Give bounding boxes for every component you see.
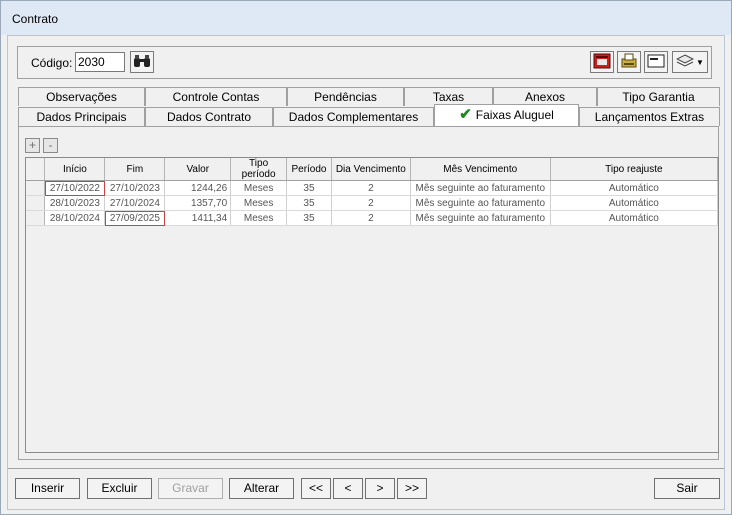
prev-record-button[interactable]: < bbox=[333, 478, 363, 499]
tab-observacoes[interactable]: Observações bbox=[18, 87, 145, 106]
row-indicator[interactable] bbox=[26, 180, 46, 196]
cell-valor[interactable]: 1411,34 bbox=[164, 210, 232, 226]
cell-valor[interactable]: 1357,70 bbox=[164, 195, 232, 211]
faixas-table: Início Fim Valor Tipo período Período Di… bbox=[26, 158, 719, 226]
remove-row-button[interactable]: - bbox=[43, 138, 58, 153]
indicator-header bbox=[26, 158, 46, 181]
window-title: Contrato bbox=[12, 12, 59, 26]
table-row[interactable]: 28/10/2023 27/10/2024 1357,70 Meses 35 2… bbox=[26, 195, 719, 211]
chevron-down-icon: ▼ bbox=[696, 57, 704, 67]
cell-fim[interactable]: 27/10/2024 bbox=[104, 195, 166, 211]
tab-faixas-aluguel-label: Faixas Aluguel bbox=[475, 108, 554, 122]
phone-button[interactable] bbox=[590, 51, 614, 73]
table-row[interactable]: 27/10/2022 27/10/2023 1244,26 Meses 35 2… bbox=[26, 180, 719, 196]
tab-tipo-garantia[interactable]: Tipo Garantia bbox=[597, 87, 720, 106]
cell-inicio[interactable]: 28/10/2024 bbox=[44, 210, 106, 226]
phone-icon bbox=[593, 53, 611, 72]
tab-dados-contrato[interactable]: Dados Contrato bbox=[145, 107, 273, 126]
cell-dia-vencimento[interactable]: 2 bbox=[331, 210, 411, 226]
cell-mes-vencimento[interactable]: Mês seguinte ao faturamento bbox=[410, 210, 551, 226]
header-row: Início Fim Valor Tipo período Período Di… bbox=[26, 158, 719, 181]
cell-periodo[interactable]: 35 bbox=[286, 195, 332, 211]
col-fim[interactable]: Fim bbox=[104, 158, 166, 181]
sair-button[interactable]: Sair bbox=[654, 478, 720, 499]
last-record-button[interactable]: >> bbox=[397, 478, 427, 499]
row-indicator[interactable] bbox=[26, 195, 46, 211]
cell-fim[interactable]: 27/09/2025 bbox=[104, 210, 166, 226]
cell-inicio[interactable]: 28/10/2023 bbox=[44, 195, 106, 211]
tab-faixas-aluguel[interactable]: ✔ Faixas Aluguel bbox=[434, 104, 579, 126]
add-row-button[interactable]: + bbox=[25, 138, 40, 153]
cell-tipo-reajuste[interactable]: Automático bbox=[550, 180, 719, 196]
cell-fim[interactable]: 27/10/2023 bbox=[104, 180, 166, 196]
faixas-grid: Início Fim Valor Tipo período Período Di… bbox=[25, 157, 719, 453]
codigo-input[interactable]: 2030 bbox=[75, 52, 125, 72]
cell-dia-vencimento[interactable]: 2 bbox=[331, 195, 411, 211]
binoculars-icon bbox=[133, 54, 151, 71]
col-valor[interactable]: Valor bbox=[164, 158, 232, 181]
printer-icon bbox=[620, 53, 638, 72]
col-inicio[interactable]: Início bbox=[44, 158, 106, 181]
cell-tipo-periodo[interactable]: Meses bbox=[230, 180, 288, 196]
cell-periodo[interactable]: 35 bbox=[286, 210, 332, 226]
col-tipo-reajuste[interactable]: Tipo reajuste bbox=[550, 158, 719, 181]
row-indicator[interactable] bbox=[26, 210, 46, 226]
cell-dia-vencimento[interactable]: 2 bbox=[331, 180, 411, 196]
first-record-button[interactable]: << bbox=[301, 478, 331, 499]
next-record-button[interactable]: > bbox=[365, 478, 395, 499]
tab-dados-principais[interactable]: Dados Principais bbox=[18, 107, 145, 126]
cell-mes-vencimento[interactable]: Mês seguinte ao faturamento bbox=[410, 195, 551, 211]
faixas-aluguel-page: + - Início Fim Valor Tipo período Períod… bbox=[18, 126, 719, 460]
col-dia-vencimento[interactable]: Dia Vencimento bbox=[331, 158, 411, 181]
tab-controle-contas[interactable]: Controle Contas bbox=[145, 87, 287, 106]
cell-mes-vencimento[interactable]: Mês seguinte ao faturamento bbox=[410, 180, 551, 196]
cell-valor[interactable]: 1244,26 bbox=[164, 180, 232, 196]
gravar-button[interactable]: Gravar bbox=[158, 478, 223, 499]
tab-pendencias[interactable]: Pendências bbox=[287, 87, 404, 106]
cell-tipo-periodo[interactable]: Meses bbox=[230, 195, 288, 211]
header-group: Código: 2030 ▼ bbox=[17, 46, 712, 79]
card-button[interactable] bbox=[644, 51, 668, 73]
tab-dados-complementares[interactable]: Dados Complementares bbox=[273, 107, 434, 126]
title-bar: Contrato bbox=[1, 1, 731, 35]
inserir-button[interactable]: Inserir bbox=[15, 478, 80, 499]
search-button[interactable] bbox=[130, 51, 154, 73]
table-row[interactable]: 28/10/2024 27/09/2025 1411,34 Meses 35 2… bbox=[26, 210, 719, 226]
bottom-divider bbox=[8, 468, 724, 469]
card-icon bbox=[647, 54, 665, 71]
check-icon: ✔ bbox=[459, 106, 472, 123]
codigo-label: Código: bbox=[31, 56, 73, 70]
cell-inicio[interactable]: 27/10/2022 bbox=[44, 180, 106, 196]
cell-periodo[interactable]: 35 bbox=[286, 180, 332, 196]
col-mes-vencimento[interactable]: Mês Vencimento bbox=[410, 158, 551, 181]
tab-lancamentos-extras[interactable]: Lançamentos Extras bbox=[579, 107, 720, 126]
cell-tipo-reajuste[interactable]: Automático bbox=[550, 195, 719, 211]
layers-dropdown-button[interactable]: ▼ bbox=[672, 51, 708, 73]
cell-tipo-periodo[interactable]: Meses bbox=[230, 210, 288, 226]
cell-tipo-reajuste[interactable]: Automático bbox=[550, 210, 719, 226]
alterar-button[interactable]: Alterar bbox=[229, 478, 294, 499]
print-button[interactable] bbox=[617, 51, 641, 73]
excluir-button[interactable]: Excluir bbox=[87, 478, 152, 499]
col-tipo-periodo[interactable]: Tipo período bbox=[230, 158, 288, 181]
layers-icon bbox=[675, 53, 695, 72]
contrato-window: Contrato Código: 2030 ▼ Observações Cont… bbox=[0, 0, 732, 515]
client-area: Código: 2030 ▼ Observações Controle Cont… bbox=[7, 35, 725, 510]
col-periodo[interactable]: Período bbox=[286, 158, 332, 181]
